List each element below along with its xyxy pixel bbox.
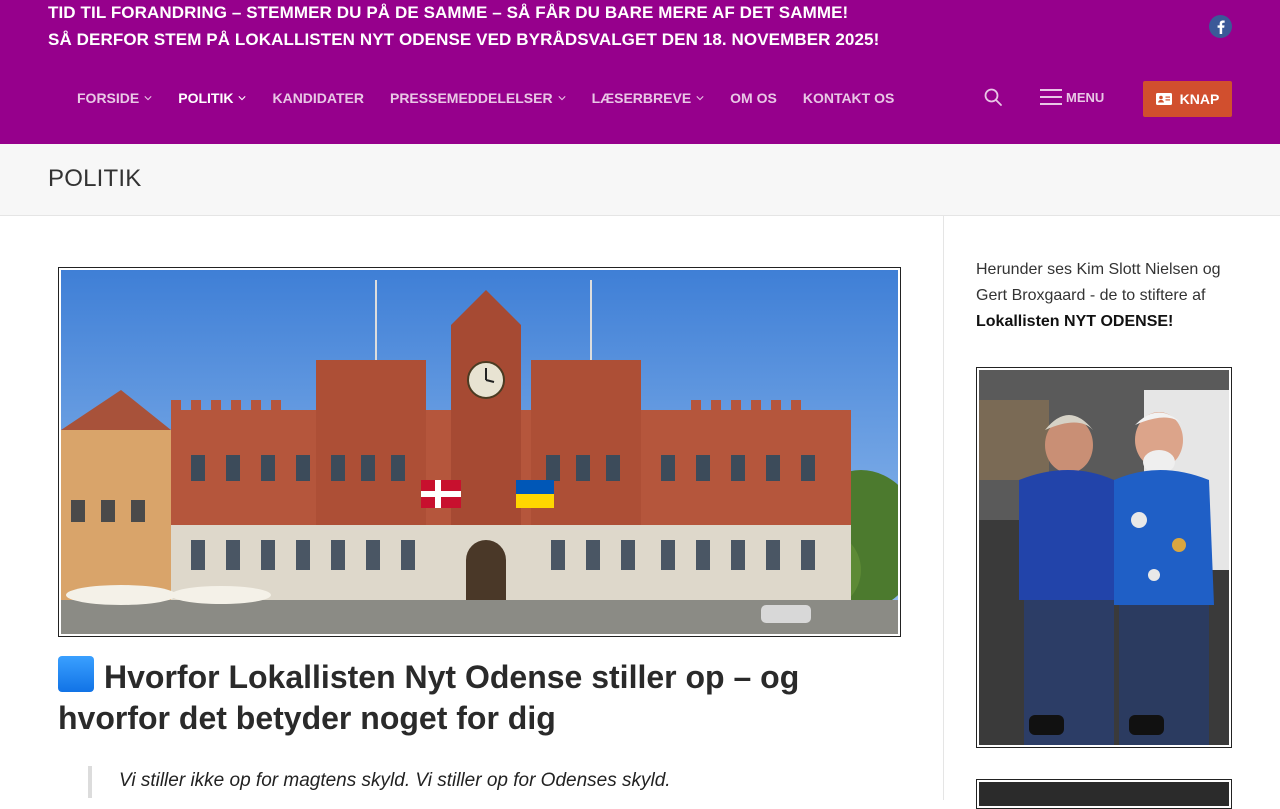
post-title[interactable]: Hvorfor Lokallisten Nyt Odense stiller o… (58, 656, 888, 739)
headline-1: TID TIL FORANDRING – STEMMER DU PÅ DE SA… (48, 3, 849, 22)
nav-item-kandidater[interactable]: KANDIDATER (259, 90, 377, 106)
nav-item-om-os[interactable]: OM OS (717, 90, 790, 106)
sidebar-text: Herunder ses Kim Slott Nielsen og Gert B… (976, 257, 1232, 335)
search-icon (984, 88, 1002, 106)
chevron-down-icon (144, 96, 152, 101)
headline-2: SÅ DERFOR STEM PÅ LOKALLISTEN NYT ODENSE… (48, 30, 880, 49)
main-nav: FORSIDE POLITIK KANDIDATER PRESSEMEDDELE… (64, 84, 907, 112)
nav-item-laeserbreve[interactable]: LÆSERBREVE (579, 90, 718, 106)
facebook-icon (1217, 19, 1225, 34)
sidebar-founders-photo[interactable] (976, 367, 1232, 748)
sidebar-divider (943, 216, 944, 800)
nav-item-pressemeddelelser[interactable]: PRESSEMEDDELELSER (377, 90, 579, 106)
city-hall-photo (61, 270, 898, 634)
knap-label: KNAP (1179, 91, 1220, 107)
facebook-link[interactable] (1209, 15, 1232, 38)
hamburger-icon (1040, 89, 1062, 105)
page-title-band: POLITIK (0, 144, 1280, 216)
post-quote: Vi stiller ikke op for magtens skyld. Vi… (88, 766, 671, 798)
chevron-down-icon (557, 96, 566, 101)
search-button[interactable] (983, 87, 1005, 109)
menu-label: MENU (1066, 89, 1105, 105)
founders-photo (979, 370, 1229, 745)
blue-square-icon (58, 656, 94, 692)
menu-button[interactable]: MENU (1040, 88, 1104, 106)
nav-item-kontakt-os[interactable]: KONTAKT OS (790, 90, 908, 106)
page-title: POLITIK (48, 165, 142, 192)
sidebar-second-image[interactable] (976, 779, 1232, 809)
knap-button[interactable]: KNAP (1143, 81, 1232, 117)
nav-item-forside[interactable]: FORSIDE (64, 90, 165, 106)
chevron-down-icon (696, 96, 704, 101)
site-header: TID TIL FORANDRING – STEMMER DU PÅ DE SA… (0, 0, 1280, 144)
chevron-down-icon (238, 96, 247, 101)
nav-item-politik[interactable]: POLITIK (165, 90, 259, 106)
post-featured-image[interactable] (58, 267, 901, 637)
sidebar-text-body: Herunder ses Kim Slott Nielsen og Gert B… (976, 261, 1221, 304)
id-card-icon (1155, 93, 1172, 105)
sidebar-text-bold: Lokallisten NYT ODENSE! (976, 313, 1174, 330)
